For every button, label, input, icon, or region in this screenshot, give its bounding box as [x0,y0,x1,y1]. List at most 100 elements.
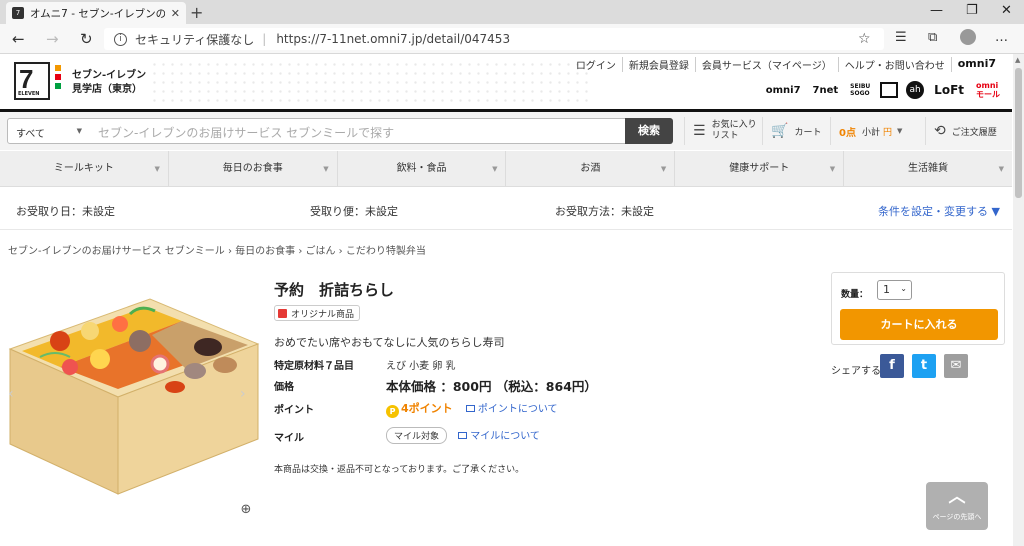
more-menu-icon[interactable]: … [995,30,1008,45]
next-image-icon[interactable]: › [240,386,246,402]
scroll-up-icon[interactable]: ▲ [1015,56,1020,64]
search-button[interactable]: 検索 [625,118,673,144]
twitter-share-icon[interactable]: t [912,354,936,378]
badge-label: オリジナル商品 [291,310,355,320]
breadcrumb[interactable]: セブン-イレブンのお届けサービス セブンミール › 毎日のお食事 › ごはん ›… [8,242,426,257]
profile-avatar[interactable] [960,29,976,45]
facebook-share-icon[interactable]: f [880,354,904,378]
brand-7net[interactable]: 7net [811,84,841,97]
pickup-method: お受取方法：未設定 [555,205,654,218]
back-icon[interactable]: ← [12,30,25,48]
category-nav: ミールキット ▼ 毎日のお食事 ▼ 飲料・食品 ▼ お酒 ▼ 健康サポート ▼ 生活雑貨 ▼ [0,151,1012,187]
category-label: 毎日のお食事 [222,163,283,174]
close-icon[interactable]: ✕ [171,7,180,20]
chevron-down-icon: ▼ [660,165,667,173]
category-household[interactable]: 生活雑貨 ▼ [844,151,1012,186]
category-health[interactable]: 健康サポート ▼ [675,151,845,186]
brand-omni7[interactable]: omni7 [764,84,803,97]
set-conditions-link[interactable]: 条件を設定・変更する ▼ [878,203,1000,219]
page-top-button[interactable]: ︿ ページの先頭へ [926,482,988,530]
cart-points: 0点 [839,127,856,139]
url-field[interactable]: i セキュリティ保護なし | https://7-11net.omni7.jp/… [104,28,884,50]
price-value: 本体価格 ：800円 （税込：864円） [386,379,597,394]
favorites-list-button[interactable]: ☰ お気に入り リスト [684,117,760,145]
point-label: ポイント [274,405,314,416]
order-history-button[interactable]: ⟲ ご注文履歴 [925,117,1009,145]
return-policy-note: 本商品は交換・返品不可となっております。ご了承ください。 [274,465,525,475]
reload-icon[interactable]: ↻ [80,30,93,48]
help-link[interactable]: ヘルプ・お問い合わせ [837,57,951,72]
original-product-badge: オリジナル商品 [274,305,361,321]
cart-label: カート [794,127,822,138]
quantity-select[interactable]: 1 ⌄ [877,280,912,300]
add-to-cart-button[interactable]: カートに入れる [840,309,998,340]
category-label: 飲料・食品 [396,163,447,174]
chevron-down-icon: ▼ [323,165,329,173]
mail-share-icon[interactable]: ✉ [944,354,968,378]
price-label: 価格 [274,382,294,393]
brand-omni-mall[interactable]: omniモール [974,80,1002,100]
point-value: 4ポイント [401,402,453,415]
decorative-dots [150,60,590,106]
window-close-icon[interactable]: ✕ [1001,3,1012,18]
brand-seibu-sogo[interactable]: SEIBU SOGO [848,82,872,98]
store-location: 見学店（東京） [72,84,142,95]
category-drinks-food[interactable]: 飲料・食品 ▼ [338,151,507,186]
register-link[interactable]: 新規会員登録 [621,57,695,72]
order-history-label: ご注文履歴 [951,127,997,138]
arrow-up-icon: ︿ [948,487,966,507]
logo-seven-mark: 7 [19,64,34,94]
category-select[interactable]: すべて ▼ [7,118,89,144]
category-label: 健康サポート [729,163,790,174]
collections-icon[interactable]: ⧉ [928,30,937,45]
brand-akachan[interactable]: ah [906,81,925,99]
prev-image-icon[interactable]: ‹ [8,386,14,402]
store-brand: セブン-イレブン [72,70,147,81]
forward-icon[interactable]: → [46,30,59,48]
subtotal-value: 円 [882,127,892,138]
chevron-down-icon: ▼ [829,165,836,173]
cart-summary[interactable]: 0点 小計 円 ▼ [830,117,922,145]
favorites-list-icon[interactable]: ☰ [895,30,907,45]
list-icon: ☰ [693,123,706,139]
mile-label: マイル [274,433,304,444]
mile-row: マイル対象 マイルについて [386,427,540,444]
mypage-link[interactable]: 会員サービス（マイページ） [694,57,838,72]
scrollbar-thumb[interactable] [1015,68,1022,198]
search-input[interactable]: セブン-イレブンのお届けサービス セブンミールで探す [88,118,626,144]
point-row: P 4ポイント ポイントについて [386,400,558,418]
browser-tab[interactable]: 7 オムニ7 - セブン-イレブンのお届けサ... ✕ [6,2,186,24]
brand-loft[interactable]: LoFt [932,82,966,98]
site-favicon-icon: 7 [12,7,24,19]
group-brand-row: omni7 7net SEIBU SOGO ah LoFt omniモール [764,80,1002,100]
info-icon[interactable]: i [114,32,127,46]
category-select-value: すべて [16,129,45,140]
mile-info-link[interactable]: マイルについて [470,431,540,442]
quantity-value: 1 [883,283,890,296]
brand-checkmark-icon[interactable] [880,82,899,98]
product-title: 予約 折詰ちらし [274,281,395,299]
chevron-down-icon: ▼ [76,127,82,135]
add-to-cart-box: 数量： 1 ⌄ カートに入れる [831,272,1005,345]
store-name: セブン-イレブン 見学店（東京） [72,69,146,97]
vertical-scrollbar[interactable]: ▲ [1013,54,1024,546]
cart-icon: 🛒 [771,123,789,139]
pickup-date: お受取り日：未設定 [16,205,115,218]
favorites-label: お気に入り リスト [711,120,757,141]
cart-button[interactable]: 🛒 カート [762,117,826,145]
history-icon: ⟲ [934,123,946,139]
favorite-star-icon[interactable]: ☆ [858,31,871,47]
seven-eleven-logo[interactable]: 7 ELEVEN [14,62,50,100]
omni7-link[interactable]: omni7 [950,57,1002,72]
quantity-label: 数量： [841,290,869,300]
zoom-in-icon[interactable]: ⊕ [236,502,256,522]
login-link[interactable]: ログイン [570,57,622,72]
minimize-icon[interactable]: — [930,3,943,18]
restore-icon[interactable]: ❐ [966,3,978,18]
category-meal-kit[interactable]: ミールキット ▼ [0,151,169,186]
product-image[interactable] [0,269,262,539]
point-info-link[interactable]: ポイントについて [478,404,558,415]
new-tab-button[interactable]: + [190,3,203,22]
category-alcohol[interactable]: お酒 ▼ [506,151,676,186]
category-daily-meals[interactable]: 毎日のお食事 ▼ [169,151,338,186]
